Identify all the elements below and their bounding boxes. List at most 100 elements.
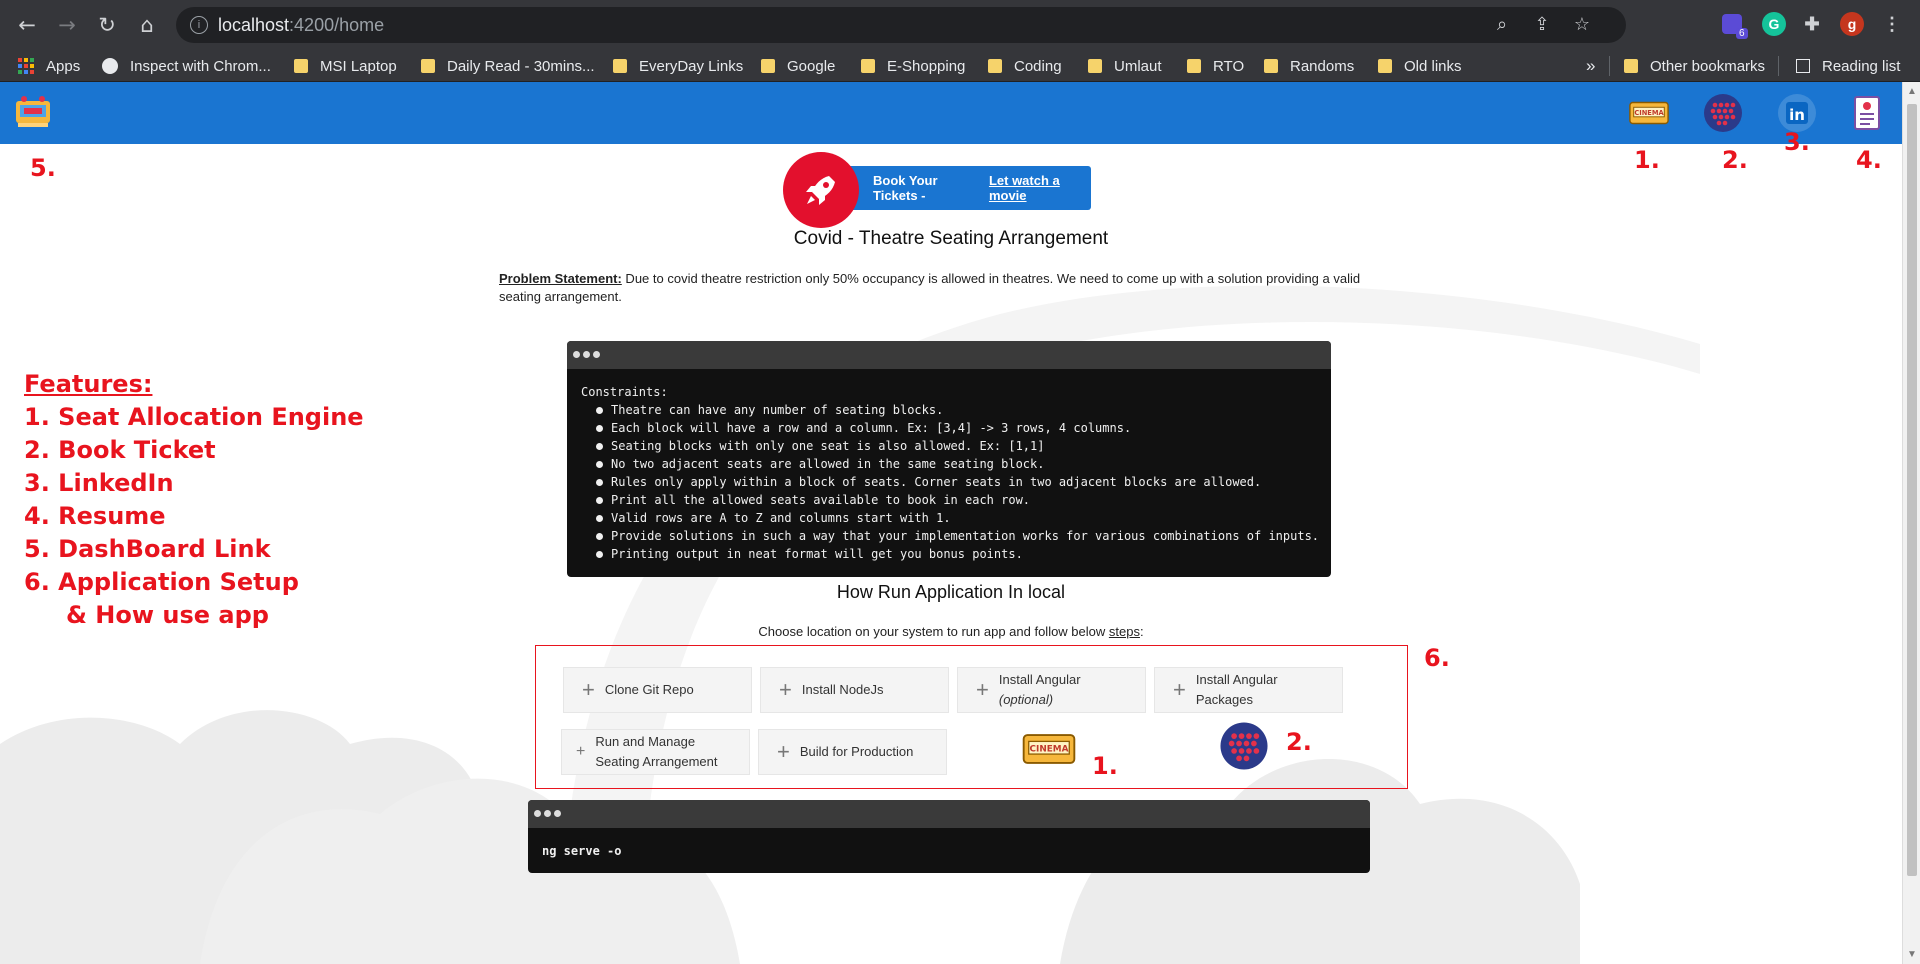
scrollbar-thumb[interactable] bbox=[1907, 104, 1917, 876]
svg-text:in: in bbox=[1789, 106, 1805, 124]
cinema-ticket-icon[interactable]: CINEMA bbox=[1021, 730, 1077, 773]
bookmarks-divider bbox=[1778, 56, 1779, 76]
page-title: Covid - Theatre Seating Arrangement bbox=[793, 228, 1109, 249]
folder-icon bbox=[421, 59, 435, 73]
bookmark-folder[interactable]: E-Shopping bbox=[861, 55, 965, 77]
steps-annotation-2: 2. bbox=[1286, 728, 1312, 756]
seat-grid-icon[interactable] bbox=[1218, 720, 1270, 777]
svg-text:CINEMA: CINEMA bbox=[1030, 745, 1069, 755]
step-install-nodejs[interactable]: + Install NodeJs bbox=[760, 667, 949, 713]
command-terminal: ng serve -o bbox=[528, 800, 1370, 873]
folder-icon bbox=[1624, 59, 1638, 73]
url-text[interactable]: localhost:4200/home bbox=[218, 15, 384, 36]
folder-icon bbox=[988, 59, 1002, 73]
bookmark-apps[interactable]: Apps bbox=[18, 55, 80, 77]
folder-icon bbox=[613, 59, 627, 73]
bookmarks-divider bbox=[1609, 56, 1610, 76]
apps-grid-icon bbox=[18, 58, 34, 74]
window-dots-icon bbox=[573, 351, 600, 358]
forward-icon[interactable]: → bbox=[54, 12, 80, 38]
bookmark-star-icon[interactable]: ☆ bbox=[1570, 13, 1594, 37]
window-dots-icon bbox=[534, 810, 561, 817]
step-build-for-production[interactable]: + Build for Production bbox=[758, 729, 947, 775]
bookmark-inspect[interactable]: Inspect with Chrom... bbox=[102, 55, 271, 77]
folder-icon bbox=[1187, 59, 1201, 73]
constraints-terminal: Constraints: Theatre can have any number… bbox=[567, 341, 1331, 577]
home-icon[interactable]: ⌂ bbox=[134, 12, 160, 38]
bookmark-folder[interactable]: Randoms bbox=[1264, 55, 1354, 77]
watch-movie-link[interactable]: Let watch a movie bbox=[989, 173, 1091, 203]
bookmark-folder[interactable]: Umlaut bbox=[1088, 55, 1162, 77]
rocket-icon bbox=[783, 152, 859, 228]
problem-label: Problem Statement: bbox=[499, 271, 622, 286]
feature-item: 2. Book Ticket bbox=[24, 436, 216, 464]
menu-kebab-icon[interactable]: ⋮ bbox=[1880, 12, 1904, 36]
address-bar[interactable]: i localhost:4200/home ⌕ ⇪ ☆ bbox=[176, 7, 1626, 43]
command-code: ng serve -o bbox=[542, 844, 622, 858]
plus-icon: + bbox=[576, 743, 586, 760]
bookmark-other[interactable]: Other bookmarks bbox=[1624, 55, 1765, 77]
feature-item: 1. Seat Allocation Engine bbox=[24, 403, 364, 431]
grammarly-icon[interactable]: G bbox=[1762, 12, 1786, 36]
folder-icon bbox=[861, 59, 875, 73]
bookmark-folder[interactable]: Daily Read - 30mins... bbox=[421, 55, 595, 77]
share-icon[interactable]: ⇪ bbox=[1530, 13, 1554, 37]
resume-icon[interactable] bbox=[1846, 92, 1888, 134]
book-tickets-pill[interactable]: Book Your Tickets - Let watch a movie bbox=[823, 166, 1091, 210]
list-item: Valid rows are A to Z and columns start … bbox=[596, 509, 1331, 527]
page-scrollbar[interactable]: ▲ ▼ bbox=[1902, 82, 1920, 964]
app-header: CINEMA in bbox=[0, 82, 1902, 144]
plus-icon: + bbox=[779, 677, 792, 702]
scroll-down-icon[interactable]: ▼ bbox=[1903, 949, 1920, 960]
bookmarks-bar: Apps Inspect with Chrom... MSI Laptop Da… bbox=[0, 50, 1920, 82]
list-item: Seating blocks with only one seat is als… bbox=[596, 437, 1331, 455]
feature-item: 3. LinkedIn bbox=[24, 469, 174, 497]
problem-text: Due to covid theatre restriction only 50… bbox=[499, 271, 1361, 304]
step-install-angular[interactable]: + Install Angular (optional) bbox=[957, 667, 1146, 713]
bookmark-folder[interactable]: EveryDay Links bbox=[613, 55, 743, 77]
annotation-1: 1. bbox=[1634, 146, 1660, 174]
list-item: Theatre can have any number of seating b… bbox=[596, 401, 1331, 419]
plus-icon: + bbox=[777, 739, 790, 764]
zoom-icon[interactable]: ⌕ bbox=[1490, 13, 1514, 37]
howrun-title: How Run Application In local bbox=[836, 582, 1066, 602]
terminal-titlebar bbox=[528, 800, 1370, 828]
step-install-angular-packages[interactable]: + Install Angular Packages bbox=[1154, 667, 1343, 713]
steps-annotation-1: 1. bbox=[1092, 752, 1118, 780]
features-title: Features: bbox=[24, 370, 153, 398]
puzzle-extensions-icon[interactable]: ✚ bbox=[1800, 12, 1824, 36]
step-run-and-manage[interactable]: + Run and Manage Seating Arrangement bbox=[561, 729, 750, 775]
choose-instructions: Choose location on your system to run ap… bbox=[758, 624, 1144, 639]
site-info-icon[interactable]: i bbox=[190, 16, 208, 34]
list-item: Each block will have a row and a column.… bbox=[596, 419, 1331, 437]
browser-toolbar: ← → ↻ ⌂ i localhost:4200/home ⌕ ⇪ ☆ 6 G … bbox=[0, 0, 1920, 50]
scroll-up-icon[interactable]: ▲ bbox=[1903, 86, 1920, 97]
bookmark-folder[interactable]: RTO bbox=[1187, 55, 1244, 77]
reading-list-button[interactable]: Reading list bbox=[1796, 55, 1900, 77]
cinema-ticket-icon[interactable]: CINEMA bbox=[1628, 92, 1670, 134]
book-tickets-button[interactable]: Book Your Tickets - Let watch a movie bbox=[783, 152, 1107, 228]
reload-icon[interactable]: ↻ bbox=[94, 12, 120, 38]
bookmark-folder[interactable]: Google bbox=[761, 55, 835, 77]
terminal-titlebar bbox=[567, 341, 1331, 369]
dashboard-logo-icon[interactable] bbox=[12, 92, 54, 134]
feature-item: 4. Resume bbox=[24, 502, 166, 530]
plus-icon: + bbox=[976, 677, 989, 702]
profile-avatar[interactable]: g bbox=[1840, 12, 1864, 36]
seat-grid-icon[interactable] bbox=[1702, 92, 1744, 134]
folder-icon bbox=[1088, 59, 1102, 73]
list-item: Printing output in neat format will get … bbox=[596, 545, 1331, 563]
svg-text:CINEMA: CINEMA bbox=[1634, 109, 1664, 117]
step-clone-git-repo[interactable]: + Clone Git Repo bbox=[563, 667, 752, 713]
constraints-list: Theatre can have any number of seating b… bbox=[581, 401, 1331, 563]
plus-icon: + bbox=[1173, 677, 1186, 702]
bookmark-folder[interactable]: MSI Laptop bbox=[294, 55, 397, 77]
problem-statement: Problem Statement: Due to covid theatre … bbox=[499, 270, 1369, 306]
bookmark-folder[interactable]: Coding bbox=[988, 55, 1062, 77]
extension-badge: 6 bbox=[1736, 28, 1748, 39]
back-icon[interactable]: ← bbox=[14, 12, 40, 38]
folder-icon bbox=[294, 59, 308, 73]
bookmarks-overflow-button[interactable]: » bbox=[1586, 55, 1595, 77]
bookmark-folder[interactable]: Old links bbox=[1378, 55, 1462, 77]
list-item: Provide solutions in such a way that you… bbox=[596, 527, 1331, 545]
